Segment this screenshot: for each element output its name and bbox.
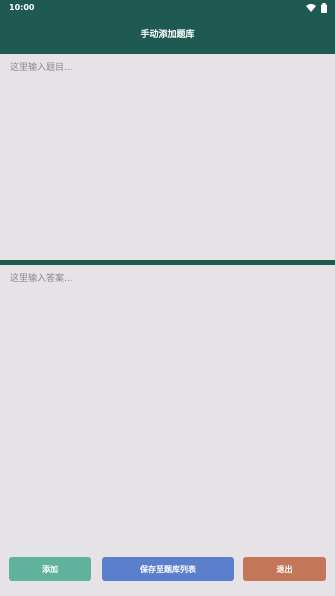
app-header: 10:00 手动添加题库 xyxy=(0,0,335,54)
battery-icon xyxy=(321,3,327,13)
exit-button[interactable]: 退出 xyxy=(243,557,326,581)
question-input[interactable] xyxy=(0,54,335,260)
save-to-bank-button[interactable]: 保存至题库列表 xyxy=(102,557,234,581)
wifi-icon xyxy=(306,4,316,12)
answer-input[interactable] xyxy=(0,265,335,552)
page-title: 手动添加题库 xyxy=(140,30,195,40)
status-icons xyxy=(306,2,327,14)
screen: 10:00 手动添加题库 添加 保存至题库列表 退出 xyxy=(0,0,335,596)
status-time: 10:00 xyxy=(9,3,35,12)
add-button[interactable]: 添加 xyxy=(9,557,91,581)
